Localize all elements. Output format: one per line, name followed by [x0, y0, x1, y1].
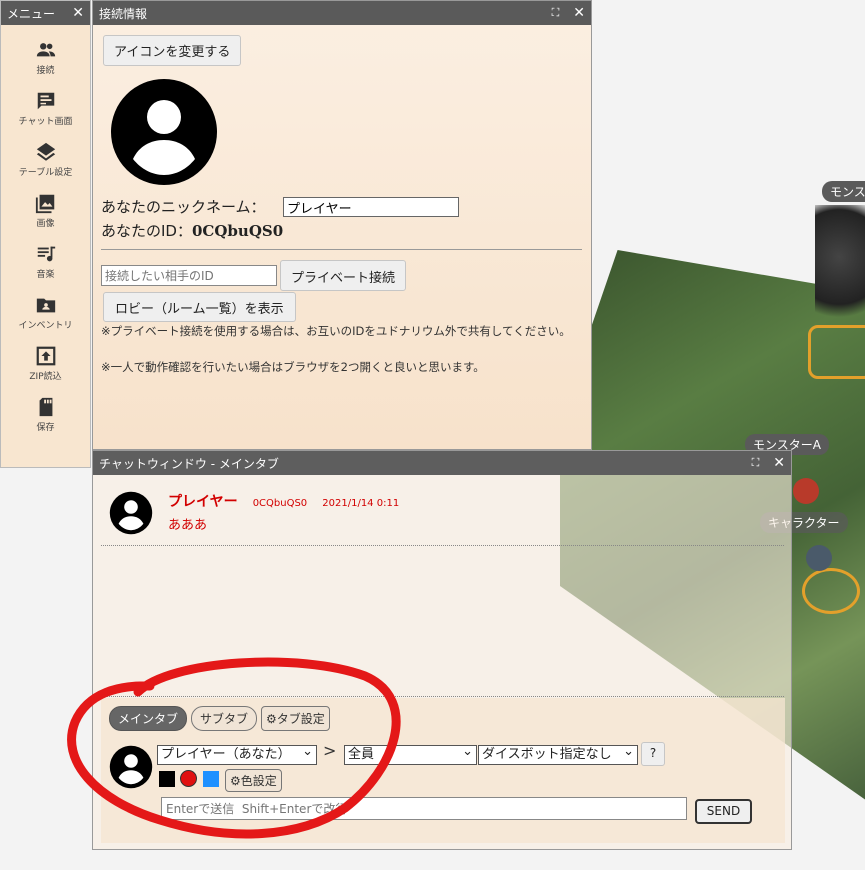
board-label-monster: モンスター [822, 181, 865, 202]
message-avatar-icon [109, 491, 153, 535]
message-text: あああ [168, 518, 208, 533]
menu-item-label: テーブル設定 [18, 168, 73, 178]
upload-icon [36, 346, 55, 366]
tab-settings-button[interactable]: ⚙タブ設定 [261, 706, 330, 731]
close-icon[interactable]: ✕ [573, 5, 585, 21]
inventory-icon [36, 298, 55, 313]
connection-titlebar[interactable]: 接続情報 ⛶ ✕ [93, 1, 591, 25]
tab-sub[interactable]: サブタブ [191, 706, 258, 731]
image-icon [35, 194, 54, 214]
menu-item-label: インベントリ [18, 321, 73, 331]
people-icon [36, 43, 55, 57]
character-range-ring [802, 568, 860, 614]
color-settings-label: 色設定 [240, 774, 277, 788]
connection-window: 接続情報 ⛶ ✕ アイコンを変更する あなたのニックネーム： あなたのID：0C… [92, 0, 592, 450]
menu-item-music[interactable]: 音楽 [1, 243, 90, 280]
id-value: 0CQbuQS0 [191, 222, 284, 240]
close-icon[interactable]: ✕ [773, 455, 785, 471]
chat-input[interactable] [161, 797, 687, 820]
message-id: 0CQbuQS0 [252, 498, 308, 509]
change-icon-button[interactable]: アイコンを変更する [103, 35, 242, 66]
menu-item-image[interactable]: 画像 [1, 192, 90, 229]
menu-item-label: ZIP読込 [29, 372, 62, 382]
sender-select[interactable]: プレイヤー（あなた） [157, 745, 317, 765]
sender-avatar-icon[interactable] [109, 745, 153, 789]
tab-settings-label: タブ設定 [276, 712, 325, 726]
menu-title: メニュー [7, 6, 56, 21]
menu-item-label: 保存 [36, 423, 55, 433]
lobby-button[interactable]: ロビー（ルーム一覧）を表示 [103, 292, 296, 322]
help-button[interactable]: ? [641, 742, 665, 766]
connection-title: 接続情報 [99, 6, 148, 21]
id-label: あなたのID： [101, 222, 192, 240]
message-divider [101, 545, 784, 546]
menu-item-label: 画像 [36, 219, 55, 229]
peer-id-input[interactable] [101, 265, 277, 286]
avatar-icon[interactable] [109, 77, 219, 187]
color-swatch-red[interactable] [180, 770, 197, 787]
color-swatch-black[interactable] [159, 771, 175, 787]
log-divider [101, 696, 784, 697]
gear-icon: ⚙ [230, 774, 241, 788]
color-settings-button[interactable]: ⚙色設定 [225, 769, 282, 792]
nickname-input[interactable] [283, 197, 459, 217]
divider [101, 249, 582, 250]
music-icon [37, 246, 55, 262]
chat-title: チャットウィンドウ - メインタブ [99, 456, 279, 471]
chat-titlebar[interactable]: チャットウィンドウ - メインタブ ⛶ ✕ [93, 451, 791, 475]
private-connect-button[interactable]: プライベート接続 [280, 260, 407, 291]
monster-range-ring [808, 325, 865, 379]
menu-item-inventory[interactable]: インベントリ [1, 294, 90, 331]
note-test: ※一人で動作確認を行いたい場合はブラウザを2つ開くと良いと思います。 [101, 360, 485, 374]
menu-item-table[interactable]: テーブル設定 [1, 141, 90, 178]
menu-item-connect[interactable]: 接続 [1, 39, 90, 76]
message-header: プレイヤー 0CQbuQS0 2021/1/14 0:11 [168, 491, 399, 511]
maximize-icon[interactable]: ⛶ [752, 456, 760, 470]
menu-item-label: チャット画面 [18, 117, 73, 127]
color-swatch-blue[interactable] [203, 771, 219, 787]
dicebot-select[interactable]: ダイスボット指定なし [478, 745, 638, 765]
gear-icon: ⚙ [266, 712, 277, 726]
monster-a-token[interactable] [793, 478, 819, 504]
layers-icon [36, 142, 55, 161]
tab-main[interactable]: メインタブ [109, 706, 188, 731]
target-select[interactable]: 全員 [344, 745, 477, 765]
save-icon [39, 397, 52, 417]
arrow-label: > [323, 741, 337, 760]
send-button[interactable]: SEND [695, 799, 752, 824]
menu-item-chat[interactable]: チャット画面 [1, 90, 90, 127]
note-private: ※プライベート接続を使用する場合は、お互いのIDをユドナリウム外で共有してくださ… [101, 324, 571, 338]
chat-list-icon [37, 92, 54, 110]
menu-item-label: 接続 [36, 66, 55, 76]
menu-panel: メニュー ✕ 接続 チャット画面 テーブル設定 画像 音楽 インベントリ ZIP… [0, 0, 91, 468]
maximize-icon[interactable]: ⛶ [552, 6, 560, 20]
menu-item-label: 音楽 [36, 270, 55, 280]
message-timestamp: 2021/1/14 0:11 [322, 498, 400, 509]
message-sender: プレイヤー [168, 494, 238, 510]
nickname-label: あなたのニックネーム： [101, 198, 266, 216]
id-row: あなたのID：0CQbuQS0 [101, 220, 283, 241]
menu-item-save[interactable]: 保存 [1, 396, 90, 433]
menu-item-zip[interactable]: ZIP読込 [1, 345, 90, 382]
chat-window: チャットウィンドウ - メインタブ ⛶ ✕ プレイヤー 0CQbuQS0 202… [92, 450, 792, 850]
menu-close-icon[interactable]: ✕ [72, 5, 84, 21]
character-token[interactable] [806, 545, 832, 571]
menu-titlebar[interactable]: メニュー ✕ [1, 1, 90, 25]
tree-token[interactable] [815, 205, 865, 335]
